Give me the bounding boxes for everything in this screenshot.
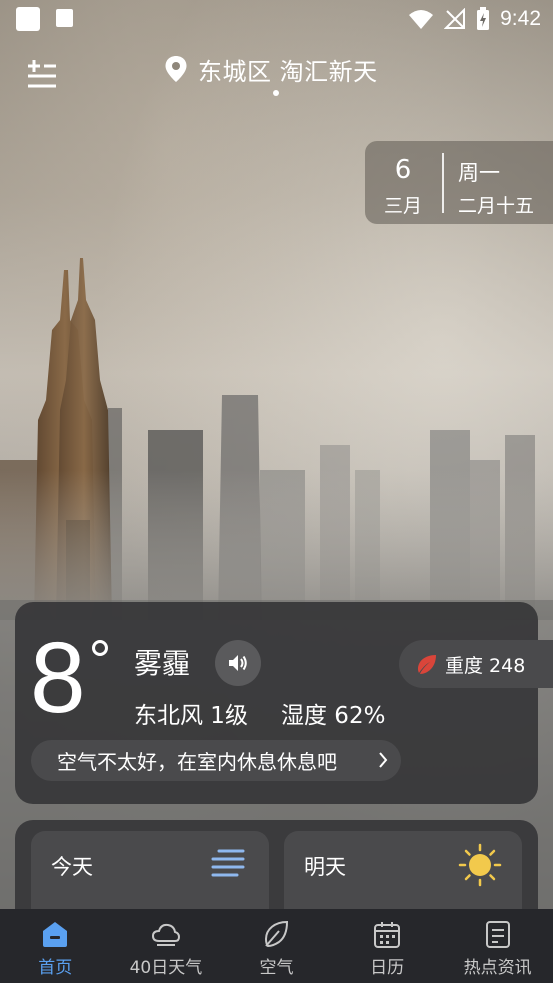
sun-icon	[458, 843, 502, 887]
nav-calendar-label: 日历	[370, 958, 405, 978]
date-month: 三月	[383, 195, 422, 217]
nav-40day-label: 40日天气	[129, 958, 203, 978]
page-indicator	[273, 90, 279, 96]
cloud-icon	[151, 923, 180, 946]
air-quality-badge[interactable]: 重度 248	[399, 640, 553, 688]
location-name: 东城区 淘汇新天	[198, 57, 378, 86]
humidity-info: 湿度 62%	[281, 703, 386, 729]
forecast-tomorrow-label: 明天	[304, 855, 346, 879]
location-pin-icon	[165, 56, 187, 82]
app-notification-icon	[56, 9, 73, 27]
date-day: 6	[394, 155, 412, 185]
chevron-right-icon	[379, 752, 388, 768]
weekday: 周一	[458, 161, 500, 185]
nav-news-label: 热点资讯	[463, 958, 532, 978]
status-bar: 9:42	[0, 0, 553, 38]
nav-home[interactable]: 首页	[0, 909, 111, 983]
wind-info: 东北风 1级	[134, 703, 248, 729]
wifi-icon	[409, 10, 434, 29]
nav-air[interactable]: 空气	[221, 909, 332, 983]
bottom-navigation: 首页 40日天气 空气 日历 热点资讯	[0, 909, 553, 983]
temperature: 8	[30, 622, 86, 734]
voice-broadcast-button[interactable]	[215, 640, 261, 686]
nav-40day[interactable]: 40日天气	[111, 909, 222, 983]
leaf-icon	[418, 655, 436, 674]
weather-condition: 雾霾	[134, 647, 191, 680]
notification-icon	[16, 7, 40, 31]
leaf-outline-icon	[265, 920, 289, 948]
location-selector[interactable]: 东城区 淘汇新天	[164, 52, 378, 86]
forecast-today-label: 今天	[51, 855, 93, 879]
haze-icon	[211, 849, 245, 877]
status-indicators: 9:42	[408, 5, 541, 33]
battery-charging-icon	[477, 7, 490, 30]
weather-tip-text: 空气不太好，在室内休息休息吧	[57, 750, 337, 774]
home-icon	[43, 922, 68, 947]
speaker-icon	[229, 655, 247, 671]
date-card[interactable]: 6 三月 周一 二月十五	[365, 141, 553, 224]
calendar-icon	[374, 922, 401, 948]
nav-air-label: 空气	[259, 958, 294, 978]
degree-symbol	[92, 640, 108, 656]
menu-add-icon	[28, 60, 56, 88]
nav-home-label: 首页	[38, 958, 73, 978]
aqi-value: 重度 248	[445, 654, 526, 677]
nav-calendar[interactable]: 日历	[332, 909, 443, 983]
weather-tip-banner[interactable]: 空气不太好，在室内休息休息吧	[31, 740, 401, 781]
news-icon	[485, 921, 510, 948]
nav-news[interactable]: 热点资讯	[442, 909, 553, 983]
clock: 9:42	[500, 7, 541, 30]
city-manage-button[interactable]	[26, 58, 58, 90]
no-signal-icon	[444, 8, 466, 29]
date-divider	[442, 153, 444, 213]
lunar-date: 二月十五	[458, 195, 535, 217]
